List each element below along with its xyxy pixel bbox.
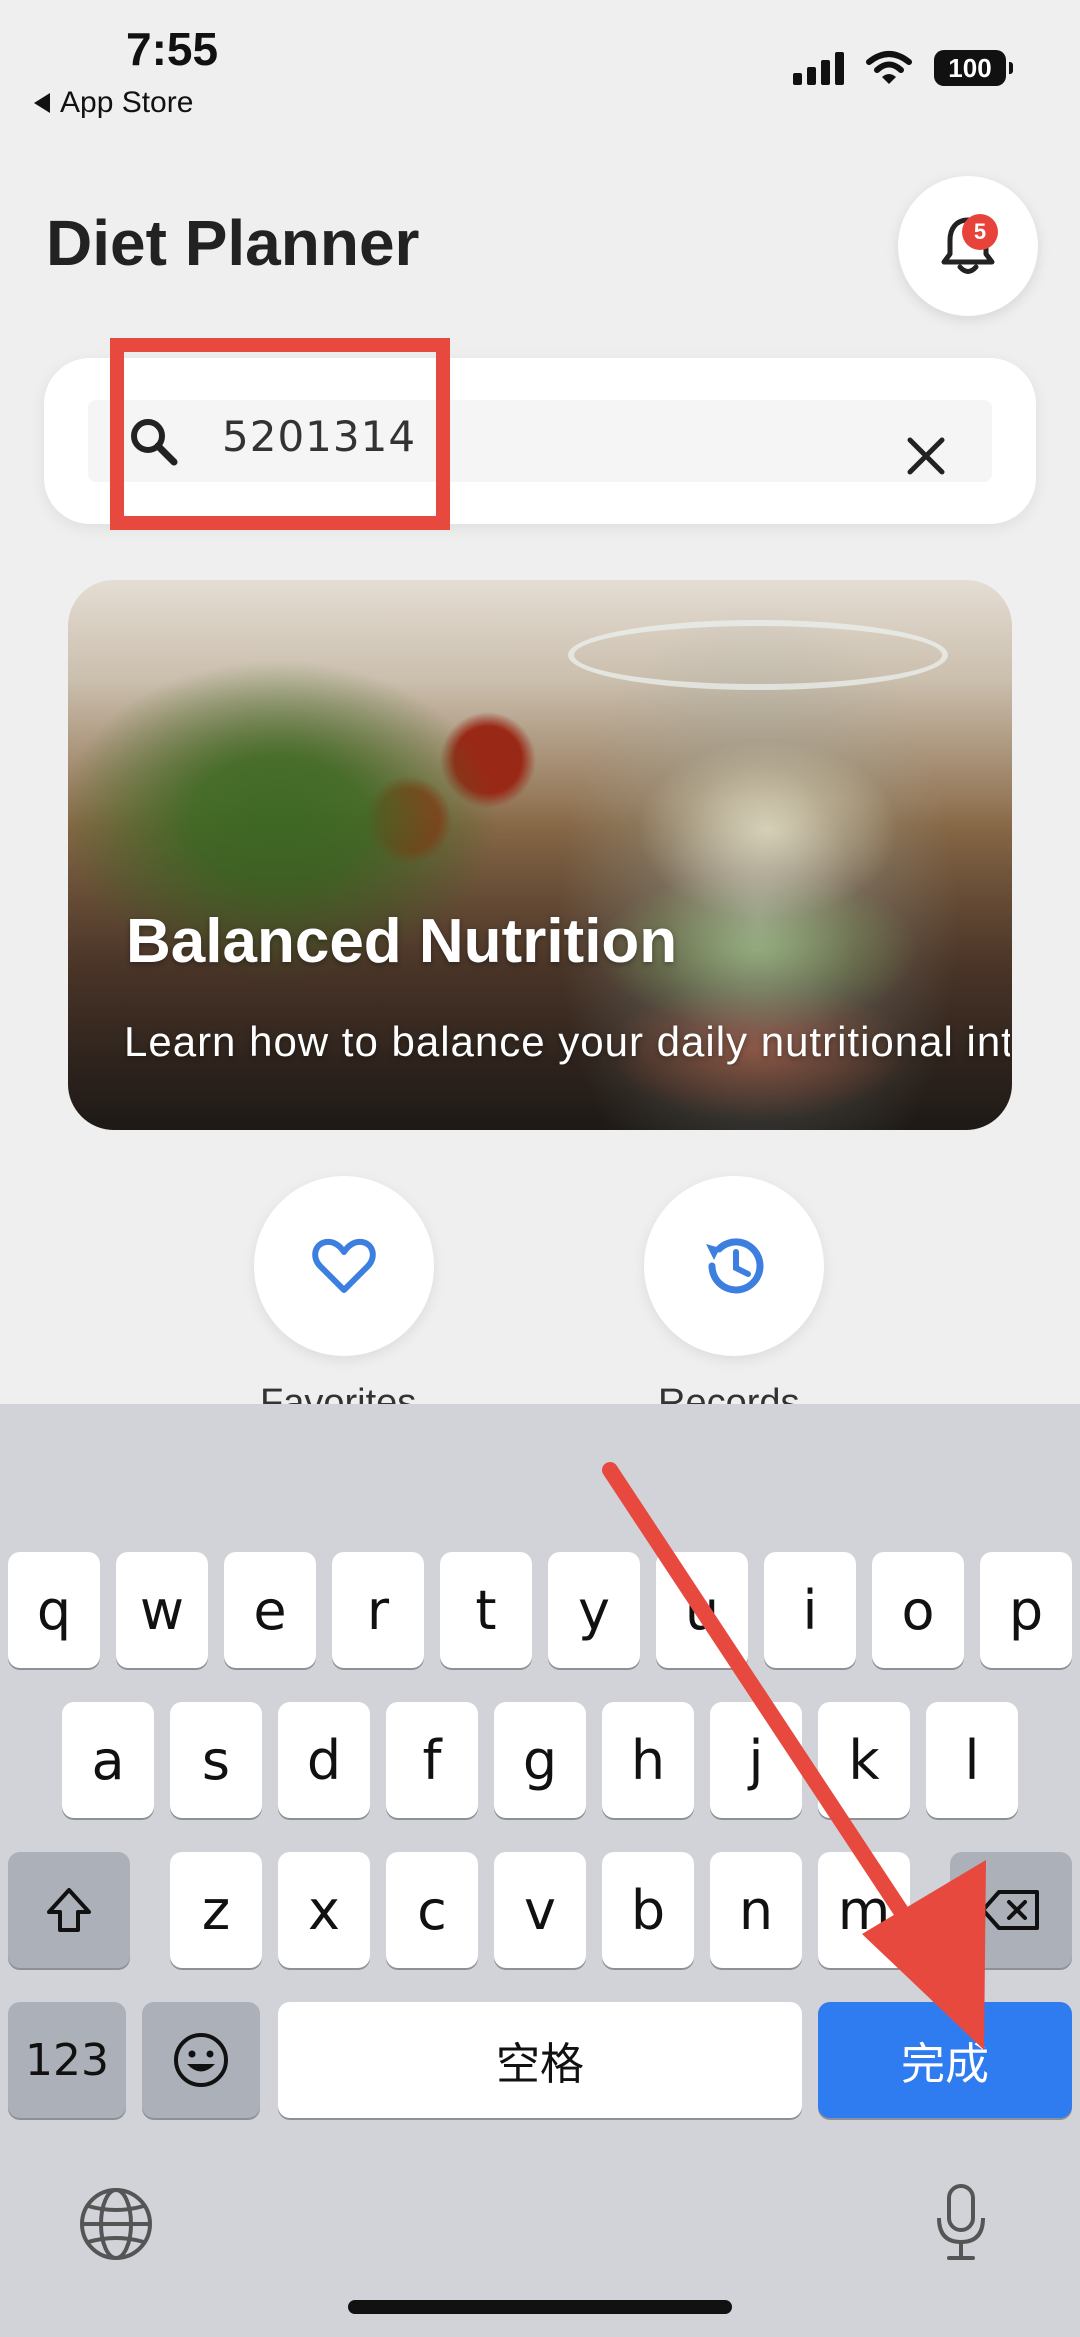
- shift-icon: [47, 1888, 91, 1932]
- records-button[interactable]: [644, 1176, 824, 1356]
- key-o[interactable]: o: [872, 1552, 964, 1668]
- status-icons: 100: [793, 50, 1013, 86]
- key-g[interactable]: g: [494, 1702, 586, 1818]
- key-v[interactable]: v: [494, 1852, 586, 1968]
- back-app-label: App Store: [60, 86, 194, 119]
- backspace-key[interactable]: [950, 1852, 1072, 1968]
- back-triangle-icon: [34, 93, 50, 113]
- heart-icon: [312, 1238, 376, 1293]
- status-time: 7:55: [126, 23, 219, 75]
- done-key[interactable]: 完成: [818, 2002, 1072, 2118]
- key-t[interactable]: t: [440, 1552, 532, 1668]
- key-y[interactable]: y: [548, 1552, 640, 1668]
- history-icon: [706, 1238, 764, 1294]
- key-f[interactable]: f: [386, 1702, 478, 1818]
- notifications-button[interactable]: 5: [898, 176, 1038, 316]
- key-w[interactable]: w: [116, 1552, 208, 1668]
- banner-title: Balanced Nutrition: [126, 907, 678, 976]
- keyboard: q w e r t y u i o p a s d f g h j k l z …: [0, 1404, 1080, 2337]
- key-h[interactable]: h: [602, 1702, 694, 1818]
- key-n[interactable]: n: [710, 1852, 802, 1968]
- key-c[interactable]: c: [386, 1852, 478, 1968]
- favorites-button[interactable]: [254, 1176, 434, 1356]
- key-z[interactable]: z: [170, 1852, 262, 1968]
- wifi-icon: [866, 51, 912, 84]
- key-u[interactable]: u: [656, 1552, 748, 1668]
- key-e[interactable]: e: [224, 1552, 316, 1668]
- key-d[interactable]: d: [278, 1702, 370, 1818]
- cellular-signal-icon: [793, 51, 844, 85]
- key-a[interactable]: a: [62, 1702, 154, 1818]
- space-key[interactable]: 空格: [278, 2002, 802, 2118]
- clear-search-icon[interactable]: [900, 430, 952, 482]
- home-indicator: [348, 2300, 732, 2314]
- numbers-key[interactable]: 123: [8, 2002, 126, 2118]
- back-to-app-store[interactable]: App Store: [34, 86, 193, 120]
- key-p[interactable]: p: [980, 1552, 1072, 1668]
- key-q[interactable]: q: [8, 1552, 100, 1668]
- key-s[interactable]: s: [170, 1702, 262, 1818]
- banner-image-jar: [568, 620, 948, 690]
- emoji-key[interactable]: [142, 2002, 260, 2118]
- emoji-icon: [174, 2033, 228, 2087]
- key-l[interactable]: l: [926, 1702, 1018, 1818]
- shift-key[interactable]: [8, 1852, 130, 1968]
- key-i[interactable]: i: [764, 1552, 856, 1668]
- key-m[interactable]: m: [818, 1852, 910, 1968]
- annotation-highlight-box: [110, 338, 450, 530]
- battery-level: 100: [948, 52, 992, 83]
- page-title: Diet Planner: [46, 207, 420, 279]
- key-k[interactable]: k: [818, 1702, 910, 1818]
- backspace-icon: [981, 1890, 1039, 1930]
- key-r[interactable]: r: [332, 1552, 424, 1668]
- banner-subtitle: Learn how to balance your daily nutritio…: [124, 1018, 1010, 1065]
- globe-icon[interactable]: [78, 2186, 154, 2262]
- notification-badge: 5: [962, 214, 998, 250]
- battery-icon: 100: [934, 50, 1013, 86]
- key-j[interactable]: j: [710, 1702, 802, 1818]
- key-b[interactable]: b: [602, 1852, 694, 1968]
- key-x[interactable]: x: [278, 1852, 370, 1968]
- microphone-icon[interactable]: [932, 2182, 990, 2264]
